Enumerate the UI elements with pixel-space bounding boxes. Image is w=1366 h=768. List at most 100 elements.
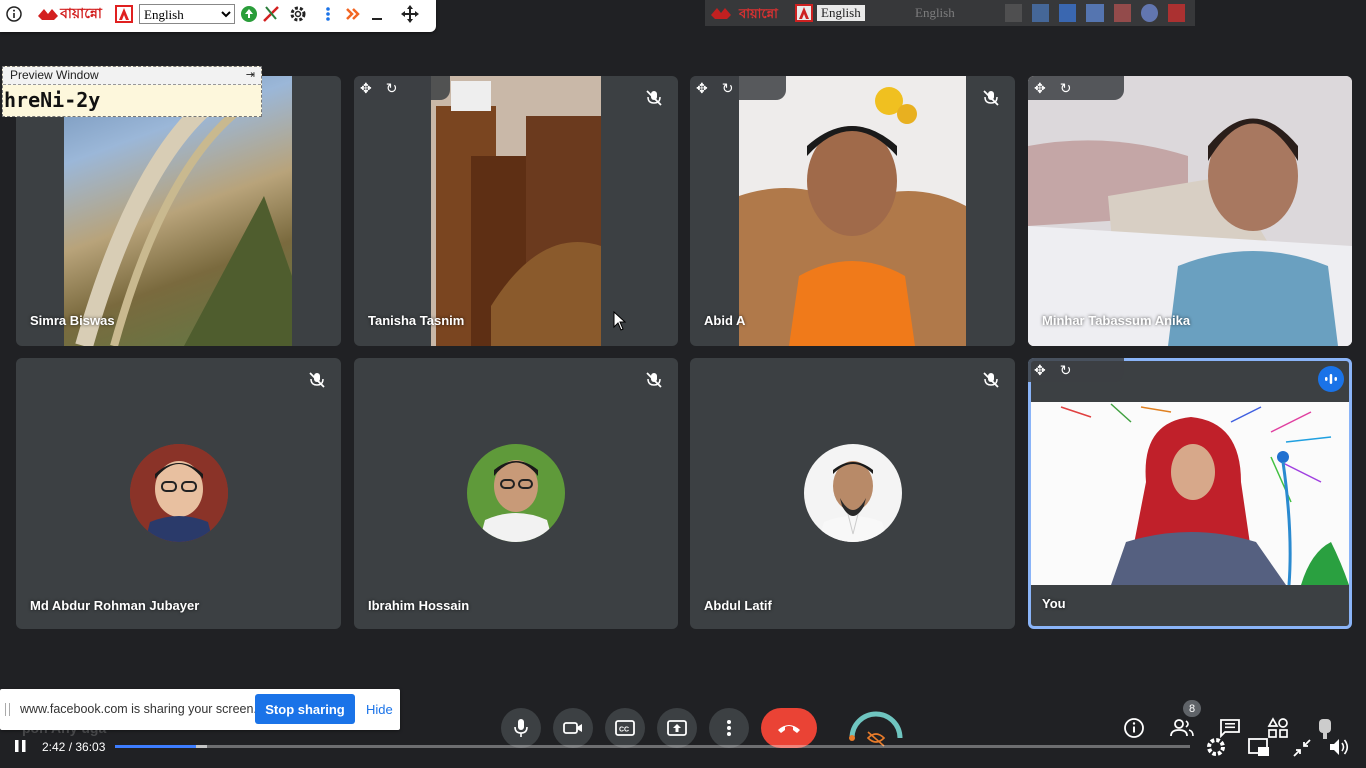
captions-icon: CC bbox=[615, 720, 635, 736]
participant-tile[interactable]: ✥ ↻ Abid A bbox=[690, 76, 1015, 346]
boy-scene bbox=[739, 76, 966, 346]
share-notice-text: www.facebook.com is sharing your screen. bbox=[20, 702, 257, 716]
refresh-icon[interactable]: ↻ bbox=[722, 80, 734, 97]
mic-off-icon bbox=[646, 372, 662, 388]
self-scene bbox=[1031, 402, 1349, 585]
move-icon[interactable] bbox=[398, 3, 422, 25]
bayanno-logo-icon bbox=[38, 9, 59, 20]
chat-icon bbox=[1220, 719, 1240, 738]
participant-name: Tanisha Tasnim bbox=[368, 313, 465, 328]
participant-name: Minhar Tabassum Anika bbox=[1042, 313, 1191, 328]
progress-track[interactable] bbox=[115, 745, 1190, 748]
participant-tile[interactable]: ✥ ↻ Minhar Tabassum Anika bbox=[1028, 76, 1352, 346]
present-icon bbox=[667, 720, 687, 736]
miniplayer-button[interactable] bbox=[1248, 738, 1270, 758]
more-options-icon bbox=[727, 720, 731, 736]
globe-icon[interactable] bbox=[239, 3, 259, 25]
mouse-cursor-icon bbox=[613, 311, 627, 331]
refresh-icon[interactable]: ↻ bbox=[386, 80, 398, 97]
participant-name: Ibrahim Hossain bbox=[368, 598, 470, 613]
ghost-icon bbox=[1032, 4, 1050, 22]
more-vertical-icon[interactable] bbox=[320, 3, 336, 25]
pin-icon[interactable]: ⇥ bbox=[246, 67, 255, 84]
participant-video bbox=[739, 76, 966, 346]
language-select[interactable]: English bbox=[139, 4, 235, 24]
avatar bbox=[467, 444, 565, 542]
participant-tile[interactable]: Abdul Latif bbox=[690, 358, 1015, 629]
refresh-icon[interactable]: ↻ bbox=[1060, 362, 1072, 379]
drag-handle-icon[interactable] bbox=[5, 703, 10, 716]
info-icon[interactable] bbox=[4, 3, 24, 25]
volume-button[interactable] bbox=[1328, 736, 1352, 758]
scissors-icon[interactable] bbox=[261, 3, 281, 25]
participant-tile[interactable]: Md Abdur Rohman Jubayer bbox=[16, 358, 341, 629]
ghost-icon bbox=[1059, 4, 1077, 22]
end-call-icon bbox=[778, 725, 800, 733]
mic-off-icon bbox=[646, 90, 662, 106]
camera-icon bbox=[563, 722, 582, 734]
participant-video bbox=[431, 76, 601, 346]
stop-sharing-button[interactable]: Stop sharing bbox=[255, 694, 355, 724]
double-chevron-icon[interactable] bbox=[344, 3, 362, 25]
ghost-icon bbox=[1005, 4, 1023, 22]
tile-controls: ✥ ↻ bbox=[690, 76, 786, 100]
volume-icon bbox=[1330, 739, 1349, 755]
move-icon[interactable]: ✥ bbox=[696, 80, 708, 97]
participant-name: Abid A bbox=[704, 313, 746, 328]
app-name: বায়ান্নো bbox=[60, 6, 102, 22]
move-icon[interactable]: ✥ bbox=[1034, 362, 1046, 379]
move-icon[interactable]: ✥ bbox=[360, 80, 372, 97]
preview-window-header[interactable]: Preview Window ⇥ bbox=[3, 67, 261, 85]
keyboard-toolbar: বায়ান্নো English bbox=[0, 0, 436, 32]
minimize-icon[interactable] bbox=[368, 3, 386, 25]
mic-off-icon bbox=[309, 372, 325, 388]
participant-name: Md Abdur Rohman Jubayer bbox=[30, 598, 200, 613]
gear-icon bbox=[1207, 738, 1225, 756]
info-icon bbox=[1124, 718, 1144, 738]
ghost-language: English bbox=[817, 5, 865, 21]
language-select-wrapper: English bbox=[138, 3, 236, 25]
exit-fullscreen-button[interactable] bbox=[1292, 738, 1312, 758]
gear-icon[interactable] bbox=[288, 3, 308, 25]
preview-window-text: hreNi-2y bbox=[4, 88, 101, 112]
ghost-app-name: বায়ান্নো bbox=[739, 7, 778, 22]
tile-controls: ✥ ↻ bbox=[354, 76, 450, 100]
activities-icon bbox=[1267, 717, 1288, 738]
ghost-toolbar-icons bbox=[1005, 4, 1185, 22]
participant-tile[interactable]: Ibrahim Hossain bbox=[354, 358, 678, 629]
settings-button[interactable] bbox=[1205, 736, 1227, 758]
room-scene bbox=[431, 76, 601, 346]
participant-name: Abdul Latif bbox=[704, 598, 772, 613]
ghost-caption: pon Any uga bbox=[22, 720, 107, 736]
adobe-icon[interactable] bbox=[114, 3, 134, 25]
progress-played bbox=[115, 745, 196, 748]
ghost-icon bbox=[1086, 4, 1104, 22]
keyboard-toolbar-ghost: বায়ান্নো English English bbox=[705, 0, 1195, 26]
preview-window-title: Preview Window bbox=[10, 68, 99, 82]
move-icon[interactable]: ✥ bbox=[1034, 80, 1046, 97]
mic-off-icon bbox=[983, 90, 999, 106]
svg-text:CC: CC bbox=[619, 727, 629, 734]
speaking-indicator-icon bbox=[1318, 366, 1344, 392]
hide-button[interactable]: Hide bbox=[366, 702, 393, 717]
adobe-icon bbox=[795, 4, 813, 22]
mic-off-icon bbox=[983, 372, 999, 388]
exit-fullscreen-icon bbox=[1293, 739, 1311, 757]
avatar bbox=[130, 444, 228, 542]
refresh-icon[interactable]: ↻ bbox=[1060, 80, 1072, 97]
miniplayer-icon bbox=[1248, 738, 1269, 756]
tile-controls: ✥ ↻ bbox=[1028, 76, 1124, 100]
video-player-bar: pon Any uga 2:42 / 36:03 bbox=[0, 720, 1366, 768]
bayanno-logo[interactable]: বায়ান্নো bbox=[28, 3, 110, 25]
time-display: 2:42 / 36:03 bbox=[42, 740, 106, 754]
people-icon bbox=[1170, 719, 1194, 737]
participant-tile-self[interactable]: ✥ ↻ You bbox=[1028, 358, 1352, 629]
self-video bbox=[1031, 402, 1349, 585]
participant-tile[interactable]: ✥ ↻ Tanisha Tasnim bbox=[354, 76, 678, 346]
pause-button[interactable] bbox=[14, 739, 28, 753]
pause-icon bbox=[15, 740, 26, 752]
participant-name: You bbox=[1042, 596, 1066, 611]
ghost-icon bbox=[1113, 4, 1131, 22]
participants-count-badge: 8 bbox=[1183, 700, 1201, 717]
preview-window[interactable]: Preview Window ⇥ hreNi-2y bbox=[2, 66, 262, 117]
